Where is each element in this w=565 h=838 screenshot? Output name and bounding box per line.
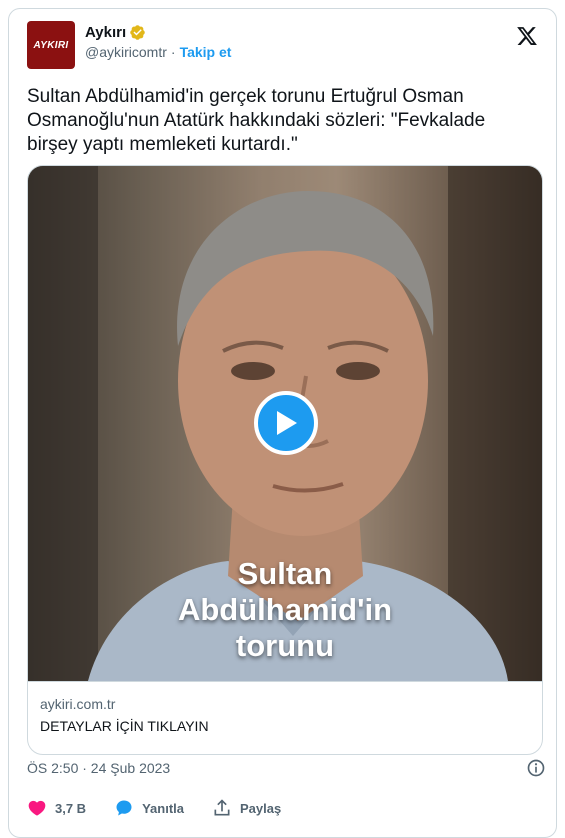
reply-label: Yanıtla [142,800,184,816]
tweet-text: Sultan Abdülhamid'in gerçek torunu Ertuğ… [27,86,486,155]
separator: · [170,44,176,60]
follow-button[interactable]: Takip et [180,44,232,60]
like-button[interactable]: 3,7 B [27,798,86,818]
video-caption: Sultan Abdülhamid'in torunu [177,556,393,663]
share-label: Paylaş [240,800,282,816]
link-info[interactable]: aykiri.com.tr DETAYLAR İÇİN TIKLAYIN [28,681,542,754]
verified-badge-icon [130,25,145,40]
tweet-header: AYKIRI Aykırı @aykiricomtr · Takip et [27,21,538,71]
video-thumbnail[interactable]: Sultan Abdülhamid'in torunu [28,166,542,681]
account-handle[interactable]: @aykiricomtr [85,44,167,60]
play-icon [277,411,297,435]
account-name[interactable]: Aykırı [85,24,126,41]
handle-row: @aykiricomtr · Takip et [85,44,231,60]
x-logo-icon[interactable] [516,25,538,47]
heart-icon [28,800,46,816]
link-title: DETAYLAR İÇİN TIKLAYIN [40,718,209,734]
tweet-card: AYKIRI Aykırı @aykiricomtr · Takip et Su… [8,8,557,838]
avatar-text: AYKIRI [33,39,69,51]
name-row: Aykırı [85,24,146,41]
reply-button[interactable]: Yanıtla [114,798,184,818]
action-bar: 3,7 B Yanıtla Paylaş [27,796,309,820]
info-icon[interactable] [526,758,546,778]
link-card[interactable]: Sultan Abdülhamid'in torunu aykiri.com.t… [27,165,543,755]
reply-icon [116,800,132,816]
share-icon [214,799,230,816]
link-domain: aykiri.com.tr [40,696,116,712]
share-button[interactable]: Paylaş [212,798,281,818]
play-button[interactable] [254,391,318,455]
timestamp[interactable]: ÖS 2:50 · 24 Şub 2023 [27,760,170,776]
like-count: 3,7 B [55,800,87,816]
avatar[interactable]: AYKIRI [27,21,75,69]
